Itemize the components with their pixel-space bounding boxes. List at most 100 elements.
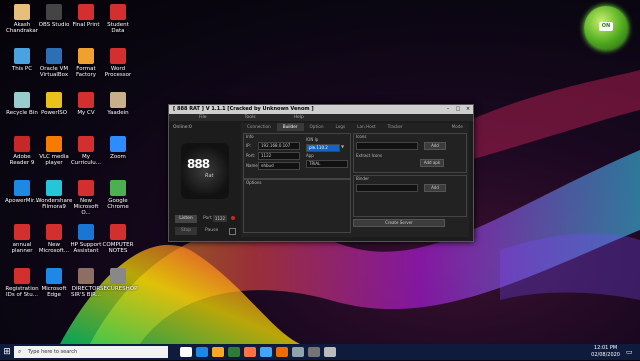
desktop-icon[interactable]: COMPUTER NOTES	[100, 224, 136, 264]
desktop-app-icon	[46, 268, 62, 284]
desktop-icon[interactable]: Recycle Bin	[4, 92, 40, 132]
menu-tools[interactable]: Tools	[245, 114, 256, 121]
desktop-icon[interactable]: annual planner	[4, 224, 40, 264]
desktop-app-icon	[14, 268, 30, 284]
desktop-icon[interactable]: Zoom	[100, 136, 136, 176]
binder-add-button[interactable]: Add	[424, 184, 446, 192]
desktop-icon[interactable]: Word Processor	[100, 48, 136, 88]
minimize-icon[interactable]: –	[443, 105, 453, 114]
create-server-button[interactable]: Create Server	[353, 219, 445, 227]
desktop-icon[interactable]: Format Factory	[68, 48, 104, 88]
taskbar-app-icon[interactable]	[308, 347, 320, 357]
dropdown-icon[interactable]: ▼	[341, 144, 344, 149]
ion-ip-field[interactable]: ple.110.2	[306, 144, 340, 152]
options-panel: Options	[243, 179, 351, 233]
desktop-icon-label: HP Support Assistant	[70, 242, 102, 254]
desktop-icon[interactable]: Microsoft Edge	[36, 268, 72, 308]
desktop-app-icon	[46, 4, 62, 20]
widget-orb[interactable]: ON	[584, 6, 628, 50]
taskbar-app-icon[interactable]	[228, 347, 240, 357]
desktop-icon[interactable]: Akash Chandrakar	[4, 4, 40, 44]
app-field[interactable]: TRIAL	[306, 160, 348, 168]
desktop-icon[interactable]: Registration IDs of Stu...	[4, 268, 40, 308]
taskbar-app-icon[interactable]	[244, 347, 256, 357]
tab-builder[interactable]: Builder	[276, 123, 304, 131]
menu-help[interactable]: Help	[294, 114, 304, 121]
icon-add-button[interactable]: Add	[424, 142, 446, 150]
desktop-icon-label: Student Data	[107, 22, 129, 34]
icons-header: Icons	[356, 134, 367, 139]
desktop-app-icon	[110, 180, 126, 196]
tab-connection[interactable]: Connection	[241, 123, 277, 131]
taskbar-app-icon[interactable]	[212, 347, 224, 357]
desktop-icon[interactable]: Final Print	[68, 4, 104, 44]
desktop-app-icon	[46, 224, 62, 240]
desktop-icon[interactable]: SECURESHOP	[100, 268, 137, 308]
desktop-icon[interactable]: PowerISO	[36, 92, 72, 132]
desktop-icon[interactable]: Wondershare Filmora9	[36, 180, 72, 220]
desktop-icon[interactable]: DIRECTOR SIR'S BIR...	[68, 268, 104, 308]
windows-start-icon[interactable]: ⊞	[0, 344, 14, 360]
taskbar-app-icon[interactable]	[292, 347, 304, 357]
taskbar-app-icon[interactable]	[260, 347, 272, 357]
desktop-icon[interactable]: HP Support Assistant	[68, 224, 104, 264]
desktop-icon[interactable]: This PC	[4, 48, 40, 88]
desktop-icon[interactable]: Yaadein	[100, 92, 136, 132]
menu-file[interactable]: File	[199, 114, 207, 121]
desktop-icon[interactable]: Student Data	[100, 4, 136, 44]
desktop-icon-label: Yaadein	[107, 110, 129, 116]
search-box[interactable]: ⌕ Type here to search	[14, 346, 168, 358]
desktop-icon[interactable]: Oracle VM VirtualBox	[36, 48, 72, 88]
binder-path-field[interactable]	[356, 184, 418, 192]
ion-ip-label: ION Ip	[306, 137, 319, 142]
desktop-icon[interactable]: OBS Studio	[36, 4, 72, 44]
tab-lan-host[interactable]: Lan Host	[351, 123, 381, 131]
system-clock[interactable]: 12:01 PM 02/08/2020	[591, 344, 620, 361]
desktop-app-icon	[78, 180, 94, 196]
desktop-app-icon	[110, 4, 126, 20]
listen-button[interactable]: Listen	[175, 215, 197, 223]
desktop-icon[interactable]: My Curriculu...	[68, 136, 104, 176]
add-apk-button[interactable]: Add apk	[420, 159, 444, 167]
port-label: Port	[203, 216, 212, 221]
pause-checkbox[interactable]	[229, 228, 236, 235]
search-icon: ⌕	[18, 348, 22, 355]
name-field[interactable]: ehbud	[258, 162, 300, 170]
window-titlebar[interactable]: [ 888 RAT ] V 1.1.1 [Cracked by Unknown …	[169, 105, 473, 114]
desktop-icon[interactable]: New Microsoft O...	[68, 180, 104, 220]
taskbar-apps	[176, 347, 336, 357]
desktop-icon-label: Microsoft Edge	[41, 286, 67, 298]
port-input[interactable]: 1122	[213, 215, 227, 222]
close-icon[interactable]: ×	[463, 105, 473, 114]
maximize-icon[interactable]: □	[453, 105, 463, 114]
rat-window[interactable]: [ 888 RAT ] V 1.1.1 [Cracked by Unknown …	[168, 104, 474, 242]
icon-path-field[interactable]	[356, 142, 418, 150]
desktop-icon[interactable]: New Microsoft...	[36, 224, 72, 264]
logo-sub: Rat	[205, 173, 214, 179]
desktop-icon-label: VLC media player	[39, 154, 69, 166]
tab-bar: Connection Builder Option Logs Lan Host …	[241, 123, 469, 131]
ip-field[interactable]: 192.168.0.107	[258, 142, 300, 150]
desktop-icon-label: Registration IDs of Stu...	[5, 286, 39, 298]
desktop-icon-label: Wondershare Filmora9	[36, 198, 73, 210]
stop-button[interactable]: Stop	[175, 227, 197, 235]
taskbar-app-icon[interactable]	[196, 347, 208, 357]
notifications-icon[interactable]: ▭	[626, 347, 636, 357]
desktop-icon[interactable]: My CV	[68, 92, 104, 132]
desktop-icon[interactable]: Adobe Reader 9	[4, 136, 40, 176]
port-field[interactable]: 1122	[258, 152, 300, 160]
taskbar-app-icon[interactable]	[276, 347, 288, 357]
desktop-app-icon	[78, 136, 94, 152]
taskbar-app-icon[interactable]	[180, 347, 192, 357]
desktop-icon-label: Word Processor	[104, 66, 132, 78]
taskbar-app-icon[interactable]	[324, 347, 336, 357]
desktop-icon[interactable]: Google Chrome	[100, 180, 136, 220]
desktop-icon[interactable]: VLC media player	[36, 136, 72, 176]
tab-tracker[interactable]: Tracker	[382, 123, 409, 131]
desktop-icon-label: New Microsoft O...	[73, 198, 99, 216]
desktop-icon[interactable]: ApowerMir...	[4, 180, 40, 220]
desktop-icon-label: PowerISO	[40, 110, 68, 116]
online-count: Online:0	[173, 125, 192, 130]
tab-option[interactable]: Option	[304, 123, 330, 131]
tab-logs[interactable]: Logs	[330, 123, 352, 131]
